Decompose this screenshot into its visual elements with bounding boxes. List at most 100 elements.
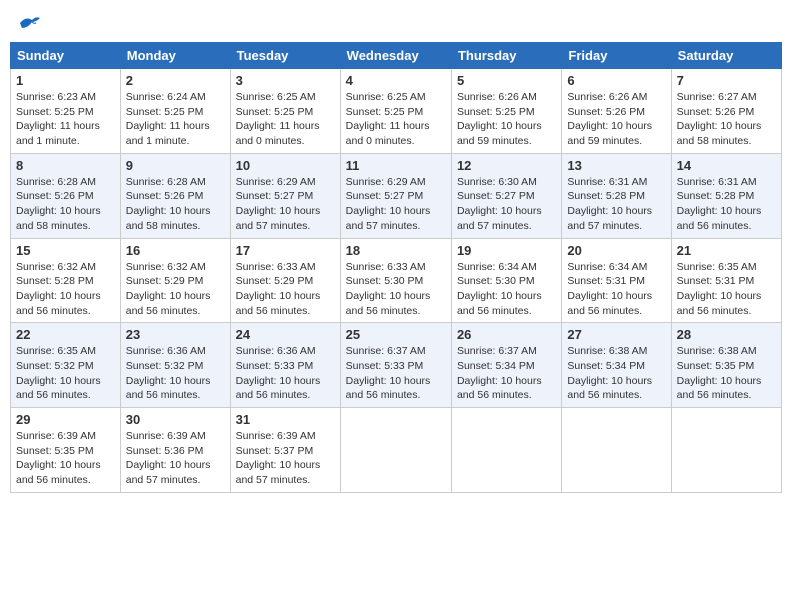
day-info: Sunrise: 6:39 AM Sunset: 5:35 PM Dayligh… bbox=[16, 429, 115, 488]
day-number: 2 bbox=[126, 73, 225, 88]
calendar-cell: 14 Sunrise: 6:31 AM Sunset: 5:28 PM Dayli… bbox=[671, 153, 781, 238]
day-info: Sunrise: 6:36 AM Sunset: 5:33 PM Dayligh… bbox=[236, 344, 335, 403]
day-number: 16 bbox=[126, 243, 225, 258]
calendar-cell: 2 Sunrise: 6:24 AM Sunset: 5:25 PM Daylig… bbox=[120, 69, 230, 154]
day-info: Sunrise: 6:36 AM Sunset: 5:32 PM Dayligh… bbox=[126, 344, 225, 403]
day-info: Sunrise: 6:27 AM Sunset: 5:26 PM Dayligh… bbox=[677, 90, 776, 149]
day-info: Sunrise: 6:34 AM Sunset: 5:30 PM Dayligh… bbox=[457, 260, 556, 319]
day-number: 13 bbox=[567, 158, 665, 173]
day-info: Sunrise: 6:29 AM Sunset: 5:27 PM Dayligh… bbox=[236, 175, 335, 234]
calendar-cell: 16 Sunrise: 6:32 AM Sunset: 5:29 PM Dayli… bbox=[120, 238, 230, 323]
calendar-cell: 29 Sunrise: 6:39 AM Sunset: 5:35 PM Dayli… bbox=[11, 408, 121, 493]
day-info: Sunrise: 6:37 AM Sunset: 5:33 PM Dayligh… bbox=[346, 344, 446, 403]
calendar-cell: 1 Sunrise: 6:23 AM Sunset: 5:25 PM Daylig… bbox=[11, 69, 121, 154]
calendar-cell: 30Sunrise: 6:39 AM Sunset: 5:36 PM Dayli… bbox=[120, 408, 230, 493]
day-info: Sunrise: 6:39 AM Sunset: 5:37 PM Dayligh… bbox=[236, 429, 335, 488]
day-number: 23 bbox=[126, 327, 225, 342]
weekday-header-thursday: Thursday bbox=[451, 43, 561, 69]
day-number: 4 bbox=[346, 73, 446, 88]
day-number: 31 bbox=[236, 412, 335, 427]
day-info: Sunrise: 6:29 AM Sunset: 5:27 PM Dayligh… bbox=[346, 175, 446, 234]
weekday-header-friday: Friday bbox=[562, 43, 671, 69]
day-info: Sunrise: 6:37 AM Sunset: 5:34 PM Dayligh… bbox=[457, 344, 556, 403]
day-number: 21 bbox=[677, 243, 776, 258]
day-info: Sunrise: 6:28 AM Sunset: 5:26 PM Dayligh… bbox=[16, 175, 115, 234]
day-number: 22 bbox=[16, 327, 115, 342]
day-info: Sunrise: 6:26 AM Sunset: 5:25 PM Dayligh… bbox=[457, 90, 556, 149]
day-number: 1 bbox=[16, 73, 115, 88]
day-info: Sunrise: 6:38 AM Sunset: 5:34 PM Dayligh… bbox=[567, 344, 665, 403]
calendar-cell: 17Sunrise: 6:33 AM Sunset: 5:29 PM Dayli… bbox=[230, 238, 340, 323]
calendar-cell: 26 Sunrise: 6:37 AM Sunset: 5:34 PM Dayli… bbox=[451, 323, 561, 408]
calendar-cell bbox=[451, 408, 561, 493]
calendar-cell: 18 Sunrise: 6:33 AM Sunset: 5:30 PM Dayli… bbox=[340, 238, 451, 323]
day-number: 3 bbox=[236, 73, 335, 88]
day-number: 29 bbox=[16, 412, 115, 427]
day-info: Sunrise: 6:31 AM Sunset: 5:28 PM Dayligh… bbox=[677, 175, 776, 234]
day-info: Sunrise: 6:24 AM Sunset: 5:25 PM Dayligh… bbox=[126, 90, 225, 149]
day-info: Sunrise: 6:35 AM Sunset: 5:31 PM Dayligh… bbox=[677, 260, 776, 319]
day-number: 17 bbox=[236, 243, 335, 258]
calendar-cell: 15Sunrise: 6:32 AM Sunset: 5:28 PM Dayli… bbox=[11, 238, 121, 323]
day-info: Sunrise: 6:38 AM Sunset: 5:35 PM Dayligh… bbox=[677, 344, 776, 403]
calendar-cell: 20 Sunrise: 6:34 AM Sunset: 5:31 PM Dayli… bbox=[562, 238, 671, 323]
day-number: 9 bbox=[126, 158, 225, 173]
calendar-cell: 12Sunrise: 6:30 AM Sunset: 5:27 PM Dayli… bbox=[451, 153, 561, 238]
calendar-cell bbox=[340, 408, 451, 493]
logo bbox=[16, 14, 40, 32]
day-info: Sunrise: 6:34 AM Sunset: 5:31 PM Dayligh… bbox=[567, 260, 665, 319]
calendar-table: SundayMondayTuesdayWednesdayThursdayFrid… bbox=[10, 42, 782, 493]
day-info: Sunrise: 6:32 AM Sunset: 5:29 PM Dayligh… bbox=[126, 260, 225, 319]
day-number: 26 bbox=[457, 327, 556, 342]
calendar-cell: 8 Sunrise: 6:28 AM Sunset: 5:26 PM Daylig… bbox=[11, 153, 121, 238]
calendar-cell: 3 Sunrise: 6:25 AM Sunset: 5:25 PM Daylig… bbox=[230, 69, 340, 154]
day-info: Sunrise: 6:31 AM Sunset: 5:28 PM Dayligh… bbox=[567, 175, 665, 234]
calendar-cell: 5 Sunrise: 6:26 AM Sunset: 5:25 PM Daylig… bbox=[451, 69, 561, 154]
day-number: 25 bbox=[346, 327, 446, 342]
day-number: 10 bbox=[236, 158, 335, 173]
day-info: Sunrise: 6:25 AM Sunset: 5:25 PM Dayligh… bbox=[346, 90, 446, 149]
day-info: Sunrise: 6:33 AM Sunset: 5:30 PM Dayligh… bbox=[346, 260, 446, 319]
day-number: 27 bbox=[567, 327, 665, 342]
weekday-header-tuesday: Tuesday bbox=[230, 43, 340, 69]
calendar-cell: 13 Sunrise: 6:31 AM Sunset: 5:28 PM Dayli… bbox=[562, 153, 671, 238]
calendar-cell: 27 Sunrise: 6:38 AM Sunset: 5:34 PM Dayli… bbox=[562, 323, 671, 408]
weekday-header-sunday: Sunday bbox=[11, 43, 121, 69]
day-info: Sunrise: 6:28 AM Sunset: 5:26 PM Dayligh… bbox=[126, 175, 225, 234]
calendar-cell: 7Sunrise: 6:27 AM Sunset: 5:26 PM Daylig… bbox=[671, 69, 781, 154]
calendar-cell: 25 Sunrise: 6:37 AM Sunset: 5:33 PM Dayli… bbox=[340, 323, 451, 408]
calendar-cell: 28 Sunrise: 6:38 AM Sunset: 5:35 PM Dayli… bbox=[671, 323, 781, 408]
calendar-cell bbox=[562, 408, 671, 493]
weekday-header-wednesday: Wednesday bbox=[340, 43, 451, 69]
calendar-cell: 23 Sunrise: 6:36 AM Sunset: 5:32 PM Dayli… bbox=[120, 323, 230, 408]
day-info: Sunrise: 6:35 AM Sunset: 5:32 PM Dayligh… bbox=[16, 344, 115, 403]
calendar-cell: 31 Sunrise: 6:39 AM Sunset: 5:37 PM Dayli… bbox=[230, 408, 340, 493]
logo-bird-icon bbox=[18, 14, 40, 32]
calendar-cell: 4 Sunrise: 6:25 AM Sunset: 5:25 PM Daylig… bbox=[340, 69, 451, 154]
day-info: Sunrise: 6:32 AM Sunset: 5:28 PM Dayligh… bbox=[16, 260, 115, 319]
day-number: 6 bbox=[567, 73, 665, 88]
calendar-cell: 10 Sunrise: 6:29 AM Sunset: 5:27 PM Dayli… bbox=[230, 153, 340, 238]
day-number: 20 bbox=[567, 243, 665, 258]
day-number: 28 bbox=[677, 327, 776, 342]
calendar-cell: 22 Sunrise: 6:35 AM Sunset: 5:32 PM Dayli… bbox=[11, 323, 121, 408]
day-number: 8 bbox=[16, 158, 115, 173]
weekday-header-saturday: Saturday bbox=[671, 43, 781, 69]
calendar-cell bbox=[671, 408, 781, 493]
calendar-cell: 19 Sunrise: 6:34 AM Sunset: 5:30 PM Dayli… bbox=[451, 238, 561, 323]
day-number: 11 bbox=[346, 158, 446, 173]
day-number: 18 bbox=[346, 243, 446, 258]
header bbox=[10, 10, 782, 36]
day-info: Sunrise: 6:30 AM Sunset: 5:27 PM Dayligh… bbox=[457, 175, 556, 234]
day-number: 30 bbox=[126, 412, 225, 427]
calendar-cell: 11 Sunrise: 6:29 AM Sunset: 5:27 PM Dayli… bbox=[340, 153, 451, 238]
calendar-cell: 21 Sunrise: 6:35 AM Sunset: 5:31 PM Dayli… bbox=[671, 238, 781, 323]
calendar-cell: 24Sunrise: 6:36 AM Sunset: 5:33 PM Dayli… bbox=[230, 323, 340, 408]
day-number: 14 bbox=[677, 158, 776, 173]
day-number: 5 bbox=[457, 73, 556, 88]
day-info: Sunrise: 6:25 AM Sunset: 5:25 PM Dayligh… bbox=[236, 90, 335, 149]
day-number: 19 bbox=[457, 243, 556, 258]
day-info: Sunrise: 6:23 AM Sunset: 5:25 PM Dayligh… bbox=[16, 90, 115, 149]
calendar-cell: 6Sunrise: 6:26 AM Sunset: 5:26 PM Daylig… bbox=[562, 69, 671, 154]
weekday-header-monday: Monday bbox=[120, 43, 230, 69]
